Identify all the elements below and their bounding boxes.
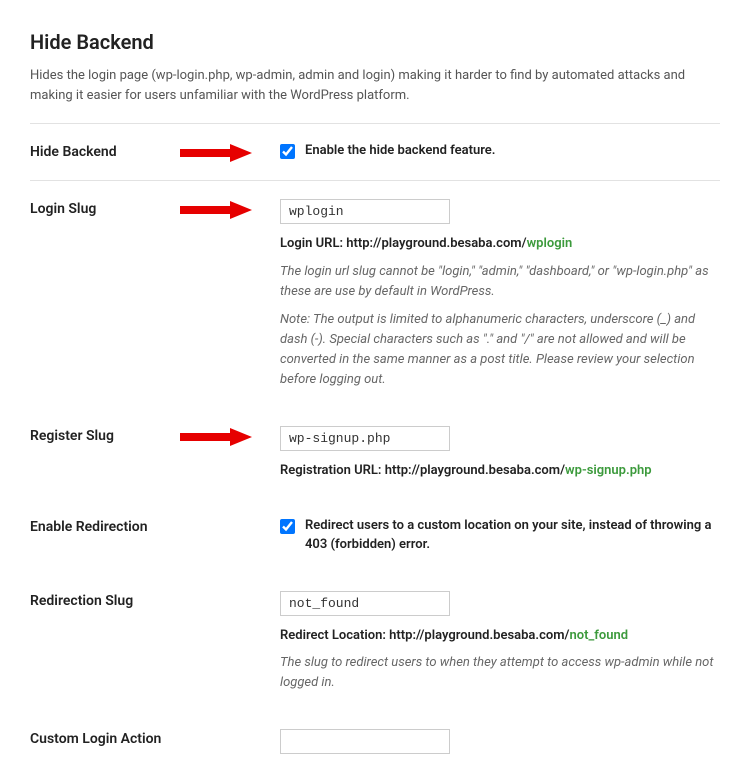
input-redirection-slug[interactable] [280,591,450,616]
page-description: Hides the login page (wp-login.php, wp-a… [30,66,720,105]
input-custom-login-action[interactable] [280,729,450,754]
checkbox-hide-backend[interactable] [280,144,295,159]
redirection-url-label: Redirect Location: [280,628,389,643]
row-enable-redirection: Enable Redirection Redirect users to a c… [30,499,720,573]
login-url-display: Login URL: http://playground.besaba.com/… [280,234,720,254]
row-redirection-slug: Redirection Slug Redirect Location: http… [30,573,720,712]
label-redirection-slug: Redirection Slug [30,591,180,609]
login-url-slug: wplogin [527,236,573,251]
input-register-slug[interactable] [280,426,450,451]
redirection-slug-help1: The slug to redirect users to when they … [280,653,720,693]
row-hide-backend: Hide Backend Enable the hide backend fea… [30,124,720,181]
register-url-label: Registration URL: [280,463,385,478]
login-slug-help1: The login url slug cannot be "login," "a… [280,262,720,302]
checkbox-enable-redirection[interactable] [280,519,295,534]
label-register-slug: Register Slug [30,426,180,444]
register-url-display: Registration URL: http://playground.besa… [280,461,720,481]
label-hide-backend: Hide Backend [30,142,180,160]
label-enable-redirection: Enable Redirection [30,517,180,535]
checkbox-label-hide-backend: Enable the hide backend feature. [305,142,495,161]
row-login-slug: Login Slug Login URL: http://playground.… [30,181,720,408]
redirection-url-slug: not_found [569,628,628,643]
input-login-slug[interactable] [280,199,450,224]
page-title: Hide Backend [30,30,720,54]
register-url-slug: wp-signup.php [565,463,652,478]
annotation-arrow-register-slug [180,426,280,446]
login-slug-help2: Note: The output is limited to alphanume… [280,310,720,391]
arrow-right-icon [180,201,252,219]
checkbox-label-enable-redirection: Redirect users to a custom location on y… [305,517,720,555]
redirection-url-display: Redirect Location: http://playground.bes… [280,626,720,646]
arrow-right-icon [180,428,252,446]
login-url-base: http://playground.besaba.com/ [346,236,526,251]
redirection-url-base: http://playground.besaba.com/ [389,628,569,643]
annotation-arrow-login-slug [180,199,280,219]
annotation-arrow-hide-backend [180,142,280,162]
register-url-base: http://playground.besaba.com/ [385,463,565,478]
login-url-label: Login URL: [280,236,346,251]
arrow-right-icon [180,144,252,162]
row-register-slug: Register Slug Registration URL: http://p… [30,408,720,499]
row-custom-login-action: Custom Login Action [30,711,720,772]
label-custom-login-action: Custom Login Action [30,729,180,747]
label-login-slug: Login Slug [30,199,180,217]
